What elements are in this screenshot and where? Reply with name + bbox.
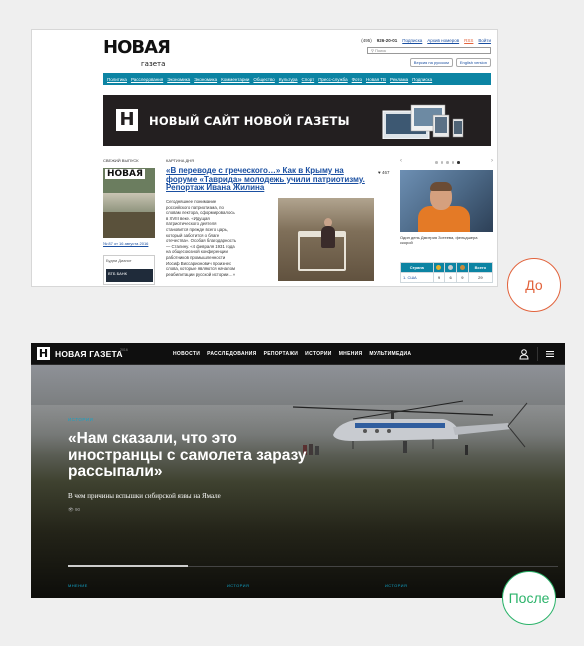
topbar-divider bbox=[537, 347, 538, 361]
nav-item[interactable]: Экономика bbox=[167, 77, 190, 82]
topbar-link-subscribe[interactable]: Подписка bbox=[402, 38, 422, 43]
bottom-label-opinion[interactable]: МНЕНИЕ bbox=[68, 583, 88, 588]
old-headline-link[interactable]: «В переводе с греческого…» Как в Крыму н… bbox=[166, 166, 374, 193]
old-site-screenshot: НОВАЯ газета (495) 926-20-01 Подписка Арх… bbox=[31, 29, 498, 287]
lang-en-button[interactable]: English version bbox=[455, 58, 491, 67]
photo-slider-nav: ‹ › bbox=[400, 158, 493, 166]
medal-table: Страна Всего 1. США 9 6 9 29 bbox=[400, 262, 494, 283]
hero-subtitle: В чем причины вспышки сибирской язвы на … bbox=[68, 492, 221, 500]
label-issue: СВЕЖИЙ ВЫПУСК bbox=[103, 158, 139, 163]
new-site-screenshot: Н НОВАЯ ГАЗЕТА 2016 НОВОСТИ РАССЛЕДОВАНИ… bbox=[31, 343, 565, 598]
new-nav: НОВОСТИ РАССЛЕДОВАНИЯ РЕПОРТАЖИ ИСТОРИИ … bbox=[173, 351, 411, 357]
new-logo-text[interactable]: НОВАЯ ГАЗЕТА bbox=[55, 349, 123, 359]
old-topbar: (495) 926-20-01 Подписка Архив номеров R… bbox=[361, 38, 491, 43]
issue-cover[interactable]: НОВАЯ bbox=[103, 168, 155, 238]
old-search-input[interactable]: ⚲ Поиск bbox=[367, 47, 491, 54]
slider-prev-button[interactable]: ‹ bbox=[400, 158, 402, 164]
article-photo[interactable] bbox=[278, 198, 374, 281]
devices-illustration bbox=[382, 104, 464, 139]
banner-title: НОВЫЙ САЙТ НОВОЙ ГАЗЕТЫ bbox=[149, 114, 350, 128]
new-topbar: Н НОВАЯ ГАЗЕТА 2016 НОВОСТИ РАССЛЕДОВАНИ… bbox=[31, 343, 565, 365]
medal-header-country: Страна bbox=[400, 262, 434, 273]
lang-switch: Версия на русском English version bbox=[409, 58, 491, 67]
lang-ru-button[interactable]: Версия на русском bbox=[409, 58, 453, 67]
bottom-label-story-2[interactable]: ИСТОРИЯ bbox=[385, 583, 407, 588]
search-placeholder: Поиск bbox=[375, 48, 387, 53]
nav-reports[interactable]: РЕПОРТАЖИ bbox=[264, 351, 299, 357]
gold-medal-icon bbox=[436, 264, 442, 270]
phone-prefix: (495) bbox=[361, 38, 372, 43]
new-logo-icon[interactable]: Н bbox=[37, 347, 50, 360]
views-count: ♥ 467 bbox=[378, 170, 390, 175]
nav-item[interactable]: Экономика bbox=[194, 77, 217, 82]
nav-multimedia[interactable]: МУЛЬТИМЕДИА bbox=[369, 351, 411, 357]
old-nav: Политика Расследования Экономика Экономи… bbox=[103, 73, 491, 85]
medal-silver: 6 bbox=[444, 272, 458, 283]
ad-block: ВТБ БАНК bbox=[106, 269, 153, 282]
cover-title: НОВАЯ bbox=[105, 169, 145, 179]
nav-item[interactable]: Общество bbox=[253, 77, 274, 82]
medal-gold: 9 bbox=[432, 272, 446, 283]
subscribe-label: Будни Дианот bbox=[106, 258, 132, 263]
medal-bronze: 9 bbox=[456, 272, 469, 283]
nav-item[interactable]: Спорт bbox=[302, 77, 315, 82]
nav-item[interactable]: Новая ТВ bbox=[366, 77, 386, 82]
user-icon[interactable] bbox=[518, 348, 530, 360]
issue-caption[interactable]: № 87 от 16 августа 2016 bbox=[103, 241, 148, 246]
new-site-banner[interactable]: Н НОВЫЙ САЙТ НОВОЙ ГАЗЕТЫ bbox=[103, 95, 491, 146]
nav-stories[interactable]: ИСТОРИИ bbox=[305, 351, 332, 357]
bottom-label-story-1[interactable]: ИСТОРИЯ bbox=[227, 583, 249, 588]
helicopter-illustration bbox=[293, 400, 528, 455]
medal-total: 29 bbox=[467, 272, 494, 283]
nav-news[interactable]: НОВОСТИ bbox=[173, 351, 200, 357]
nav-item[interactable]: Комментарии bbox=[221, 77, 249, 82]
nav-item[interactable]: Расследования bbox=[131, 77, 163, 82]
nav-item[interactable]: Культура bbox=[279, 77, 298, 82]
hero-views: 👁 90 bbox=[68, 507, 80, 512]
topbar-link-login[interactable]: Войти bbox=[478, 38, 491, 43]
carousel-progress bbox=[68, 565, 558, 567]
medal-header-total: Всего bbox=[467, 262, 494, 273]
nav-item[interactable]: Политика bbox=[107, 77, 127, 82]
topbar-link-rss[interactable]: RSS bbox=[464, 38, 473, 43]
menu-icon[interactable] bbox=[545, 349, 555, 359]
logo-year: 2016 bbox=[120, 348, 128, 352]
nav-investigations[interactable]: РАССЛЕДОВАНИЯ bbox=[207, 351, 256, 357]
hero-title[interactable]: «Нам сказали, что это иностранцы с самол… bbox=[68, 430, 318, 481]
slider-caption[interactable]: Один день Дмитрия Зотеева, фельдшера ско… bbox=[400, 235, 490, 245]
slider-photo[interactable] bbox=[400, 170, 493, 232]
slider-dots[interactable] bbox=[435, 161, 460, 164]
nav-item[interactable]: Реклама bbox=[390, 77, 408, 82]
after-badge: После bbox=[502, 571, 556, 625]
before-badge: До bbox=[507, 258, 561, 312]
topbar-link-archive[interactable]: Архив номеров bbox=[427, 38, 459, 43]
subscribe-box[interactable]: Будни Дианот ВТБ БАНК bbox=[103, 255, 155, 285]
nav-opinions[interactable]: МНЕНИЯ bbox=[339, 351, 363, 357]
bronze-medal-icon bbox=[459, 264, 465, 270]
medal-country[interactable]: 1. США bbox=[400, 272, 434, 283]
nav-item[interactable]: Фото bbox=[352, 77, 362, 82]
old-lead-text: Сегодняшнее понимание российского патрио… bbox=[166, 199, 237, 277]
old-logo[interactable]: НОВАЯ газета bbox=[103, 39, 171, 69]
nav-item[interactable]: Подписка bbox=[412, 77, 432, 82]
label-day: КАРТИНА ДНЯ bbox=[166, 158, 194, 163]
nav-item[interactable]: Пресс-служба bbox=[318, 77, 347, 82]
silver-medal-icon bbox=[448, 264, 454, 270]
eye-icon: 👁 bbox=[68, 507, 75, 512]
slider-next-button[interactable]: › bbox=[491, 158, 493, 164]
comparison-panel: НОВАЯ газета (495) 926-20-01 Подписка Арх… bbox=[0, 0, 584, 646]
phone: 926-20-01 bbox=[376, 38, 398, 43]
hero-rubric[interactable]: ИСТОРИИ bbox=[68, 417, 93, 422]
banner-logo-icon: Н bbox=[116, 109, 138, 131]
